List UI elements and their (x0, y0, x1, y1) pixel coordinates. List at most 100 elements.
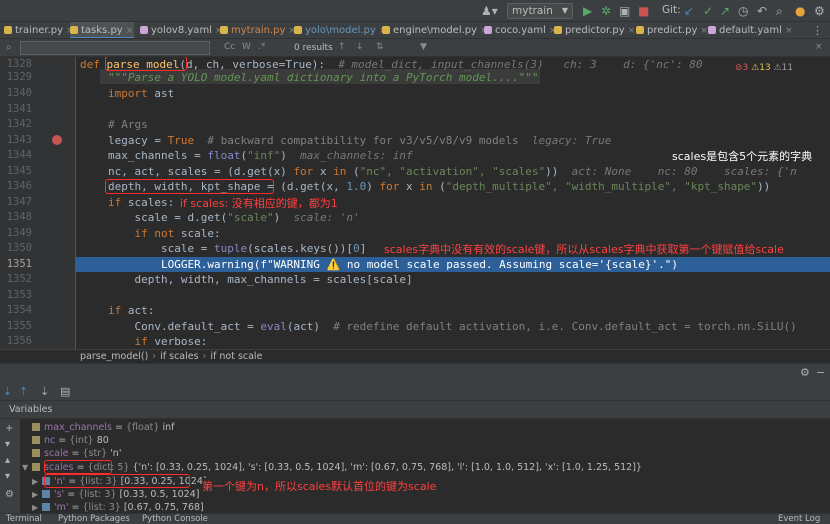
terminal-tab[interactable]: Terminal (6, 514, 42, 524)
code-line-1345[interactable]: nc, act, scales = (d.get(x) for x in ("n… (108, 164, 797, 180)
coverage-icon[interactable]: ▣ (619, 3, 630, 19)
code-line-1356[interactable]: if verbose: (108, 334, 207, 349)
variable-row[interactable]: scale = {str} 'n' (32, 447, 121, 460)
git-push-icon[interactable]: ↗ (720, 3, 730, 19)
code-line-1351[interactable]: LOGGER.warning(f"WARNING ⚠️ no model sca… (108, 257, 678, 273)
annotation-var-note: 第一个键为n，所以scales默认首位的键为scale (202, 478, 437, 494)
line-number-gutter[interactable]: 1328 1329 1340 1341 1342 1343 1344 1345 1346 1347… (0, 57, 76, 349)
stop-icon[interactable]: ■ (638, 3, 649, 19)
run-icon[interactable]: ▶ (583, 3, 592, 19)
settings-icon[interactable]: ⚙ (800, 366, 810, 379)
debug-icon[interactable]: ✲ (601, 3, 611, 19)
variable-row-scales[interactable]: ▼ scales = {dict: 5} {'n': [0.33, 0.25, 1… (22, 461, 642, 474)
user-icon[interactable]: ♟▾ (481, 3, 498, 19)
step-over-icon[interactable]: ⇣ (3, 385, 12, 398)
python-file-icon (636, 26, 644, 34)
variable-row[interactable]: ▶'s' = {list: 3} [0.33, 0.5, 1024] (32, 488, 199, 501)
breadcrumb-item[interactable]: parse_model() (80, 351, 148, 362)
code-line-1344[interactable]: max_channels = float("inf") max_channels… (108, 148, 413, 164)
line-number: 1340 (6, 87, 32, 99)
rollback-icon[interactable]: ↶ (757, 3, 767, 19)
expand-arrow-icon[interactable]: ▶ (32, 488, 42, 501)
next-occurrence-icon[interactable]: ↓ (356, 42, 364, 52)
git-commit-icon[interactable]: ✓ (703, 3, 713, 19)
tab-yolo-model[interactable]: yolo\model.py× (294, 22, 386, 38)
code-line-1343[interactable]: legacy = True # backward compatibility f… (108, 133, 611, 149)
event-log-tab[interactable]: Event Log (778, 514, 820, 524)
line-number: 1355 (6, 320, 32, 332)
python-console-tab[interactable]: Python Console (142, 514, 208, 524)
search-everywhere-icon[interactable]: ⌕ (776, 3, 783, 19)
prev-occurrence-icon[interactable]: ↑ (338, 42, 346, 52)
settings-icon[interactable]: ⚙ (814, 3, 825, 19)
variable-row[interactable]: nc = {int} 80 (32, 434, 109, 447)
code-editor[interactable]: 1328 1329 1340 1341 1342 1343 1344 1345 1346 1347… (0, 57, 830, 349)
tab-default-yaml[interactable]: default.yaml × (708, 22, 793, 38)
annotation-first-key: scales字典中没有有效的scale键，所以从scales字典中获取第一个键赋… (384, 241, 784, 257)
tab-predict[interactable]: predict.py × (636, 22, 708, 38)
filter-icon[interactable]: ▼ (420, 42, 427, 52)
collapse-icon[interactable]: ▴ (5, 455, 10, 466)
code-line-1355[interactable]: Conv.default_act = eval(act) # redefine … (108, 319, 796, 335)
tab-tasks[interactable]: tasks.py × (70, 22, 134, 38)
variable-row[interactable]: max_channels = {float} inf (32, 421, 174, 434)
watch-icon[interactable]: ▾ (5, 439, 10, 450)
tab-trainer[interactable]: trainer.py× (4, 22, 74, 38)
close-search-icon[interactable]: × (815, 42, 823, 52)
expand-arrow-icon[interactable]: ▶ (32, 501, 42, 513)
code-line-1352[interactable]: depth, width, max_channels = scales[scal… (108, 272, 412, 288)
frames-icon[interactable]: ▤ (60, 385, 70, 398)
breadcrumb: parse_model() › if scales › if not scale (0, 349, 830, 363)
python-file-icon (220, 26, 228, 34)
line-number: 1344 (6, 149, 32, 161)
line-number: 1329 (6, 71, 32, 83)
inspection-widget[interactable]: ⊘3 ⚠13 ⚠11 (735, 63, 793, 73)
code-line-1349[interactable]: if not scale: (108, 226, 220, 242)
python-file-icon (294, 26, 302, 34)
line-number: 1342 (6, 118, 32, 130)
tab-list-icon[interactable]: ⋮ (812, 22, 823, 38)
code-line-1342[interactable]: # Args (108, 117, 148, 133)
history-icon[interactable]: ◷ (738, 3, 748, 19)
tab-coco-yaml[interactable]: coco.yaml × (484, 22, 556, 38)
variables-tree[interactable]: + ▾ ▴ ▾ ⚙ max_channels = {float} inf nc … (0, 419, 830, 513)
close-icon[interactable]: × (785, 26, 793, 36)
code-line-1340[interactable]: import ast (108, 86, 174, 102)
select-all-occurrences-icon[interactable]: ⇅ (376, 42, 384, 52)
python-packages-tab[interactable]: Python Packages (58, 514, 130, 524)
variable-row[interactable]: ▶'m' = {list: 3} [0.67, 0.75, 768] (32, 501, 204, 513)
settings-icon[interactable]: ⚙ (5, 489, 14, 500)
plugin-icon[interactable]: ● (795, 3, 805, 19)
minimize-icon[interactable]: − (816, 366, 825, 379)
close-icon[interactable]: × (700, 26, 708, 36)
step-out-icon[interactable]: ⇡ (19, 385, 28, 398)
depth-width-highlight-box (105, 179, 274, 194)
add-watch-icon[interactable]: + (5, 423, 13, 434)
git-update-icon[interactable]: ↙ (684, 3, 694, 19)
match-case-toggle[interactable]: Cc (224, 42, 235, 52)
tab-yolov8-yaml[interactable]: yolov8.yaml × (140, 22, 223, 38)
tab-predictor[interactable]: predictor.py × (554, 22, 636, 38)
expand-arrow-icon[interactable]: ▼ (22, 461, 32, 474)
restore-layout-icon[interactable]: ⇣ (40, 385, 49, 398)
regex-toggle[interactable]: .* (258, 42, 265, 52)
scales-highlight-box (44, 460, 112, 474)
expand-icon[interactable]: ▾ (5, 471, 10, 482)
search-input[interactable] (20, 41, 210, 55)
tab-mytrain[interactable]: mytrain.py × (220, 22, 296, 38)
breadcrumb-item[interactable]: if not scale (210, 351, 262, 362)
debug-toolbar: ⇣ ⇡ ⇣ ▤ (0, 383, 830, 401)
code-line-1329[interactable]: """Parse a YOLO model.yaml dictionary in… (108, 70, 538, 86)
code-line-1347[interactable]: if scales: (108, 195, 174, 211)
close-icon[interactable]: × (126, 26, 134, 36)
whole-word-toggle[interactable]: W (242, 42, 251, 52)
code-line-1354[interactable]: if act: (108, 303, 154, 319)
breakpoint-icon[interactable] (52, 135, 62, 145)
code-line-1348[interactable]: scale = d.get("scale") scale: 'n' (108, 210, 359, 226)
expand-arrow-icon[interactable]: ▶ (32, 475, 42, 488)
close-icon[interactable]: × (628, 26, 636, 36)
run-configuration-select[interactable]: mytrain ▼ (507, 3, 573, 19)
tab-engine-model[interactable]: engine\model.py× (382, 22, 488, 38)
breadcrumb-item[interactable]: if scales (160, 351, 198, 362)
code-line-1350[interactable]: scale = tuple(scales.keys())[0] (108, 241, 366, 257)
